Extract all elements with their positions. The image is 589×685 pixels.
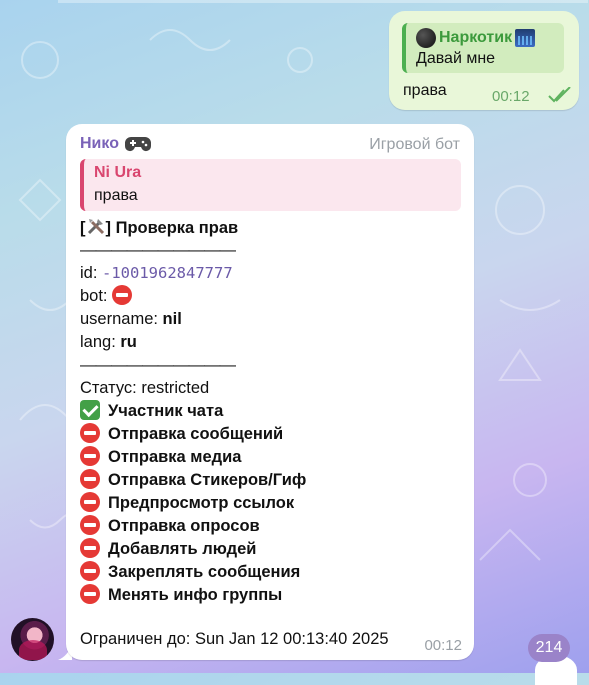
permission-row: Предпросмотр ссылок — [80, 492, 460, 515]
sender-name-link[interactable]: Нико — [80, 135, 151, 153]
lang-row: lang: ru — [80, 331, 460, 354]
night-city-emoji-icon — [515, 29, 536, 47]
permissions-list: Участник чата Отправка сообщений Отправка … — [80, 400, 460, 607]
permission-row: Добавлять людей — [80, 538, 460, 561]
check-title: Проверка прав — [115, 219, 239, 237]
reply-author-name: Наркотик — [439, 29, 513, 46]
reply-quote[interactable]: Ni Ura права — [80, 159, 461, 211]
permission-label: Закреплять сообщения — [108, 563, 301, 581]
reply-quote[interactable]: Наркотик Давай мне — [402, 23, 564, 73]
lang-label: lang: — [80, 333, 121, 351]
username-row: username: nil — [80, 308, 460, 331]
outgoing-message[interactable]: Наркотик Давай мне права 00:12 — [389, 11, 579, 110]
no-entry-icon — [112, 285, 133, 305]
message-time: 00:12 — [492, 88, 530, 105]
lang-value: ru — [120, 333, 137, 351]
bot-label: bot: — [80, 287, 113, 305]
no-entry-icon — [80, 561, 100, 581]
no-entry-icon — [80, 492, 100, 512]
permission-row: Участник чата — [80, 400, 460, 423]
id-label: id: — [80, 264, 103, 282]
permission-row: Отправка Стикеров/Гиф — [80, 469, 460, 492]
permission-label: Отправка Стикеров/Гиф — [108, 471, 307, 489]
bot-row: bot: — [80, 285, 460, 308]
sender-role-badge: Игровой бот — [369, 136, 460, 153]
new-moon-emoji-icon — [416, 28, 436, 48]
no-entry-icon — [80, 469, 100, 489]
status-label: Статус: — [80, 379, 142, 397]
permission-row: Отправка сообщений — [80, 423, 460, 446]
permission-row: Отправка медиа — [80, 446, 460, 469]
status-value: restricted — [141, 379, 210, 397]
reply-quote-text: права — [94, 187, 138, 204]
no-entry-icon — [80, 538, 100, 558]
previous-message-edge — [58, 0, 588, 3]
reply-quote-text: Давай мне — [416, 50, 496, 67]
reply-author-name: Ni Ura — [94, 164, 142, 181]
permission-row: Менять инфо группы — [80, 584, 460, 607]
tools-emoji-icon — [87, 219, 104, 235]
sender-name: Нико — [80, 135, 119, 152]
check-header: [ ] Проверка прав — [80, 216, 460, 239]
permission-row: Закреплять сообщения — [80, 561, 460, 584]
permission-label: Менять инфо группы — [108, 586, 283, 604]
permission-label: Участник чата — [108, 402, 224, 420]
message-time: 00:12 — [424, 637, 462, 654]
username-label: username: — [80, 310, 163, 328]
no-entry-icon — [80, 515, 100, 535]
divider-line: —————————— — [80, 241, 236, 259]
permission-row: Отправка опросов — [80, 515, 460, 538]
no-entry-icon — [80, 584, 100, 604]
id-value[interactable]: -1001962847777 — [102, 264, 233, 282]
divider-line: —————————— — [80, 356, 236, 374]
permission-label: Отправка опросов — [108, 517, 260, 535]
bot-avatar[interactable] — [11, 618, 54, 661]
restricted-until: Ограничен до: Sun Jan 12 00:13:40 2025 — [80, 630, 389, 648]
double-check-icon — [548, 87, 571, 103]
no-entry-icon — [80, 446, 100, 466]
status-row: Статус: restricted — [80, 377, 460, 400]
permission-label: Отправка сообщений — [108, 425, 284, 443]
message-body: [ ] Проверка прав —————————— id: -100196… — [80, 216, 460, 607]
id-row: id: -1001962847777 — [80, 262, 460, 285]
gamepad-emoji-icon — [124, 137, 151, 151]
permission-label: Отправка медиа — [108, 448, 242, 466]
permission-label: Добавлять людей — [108, 540, 257, 558]
unread-count-badge[interactable]: 214 — [528, 634, 570, 662]
no-entry-icon — [80, 423, 100, 443]
incoming-message[interactable]: Нико Игровой бот Ni Ura права [ ] Провер… — [66, 124, 474, 660]
permission-label: Предпросмотр ссылок — [108, 494, 295, 512]
check-mark-icon — [80, 400, 100, 420]
username-value: nil — [162, 310, 182, 328]
message-text: права — [403, 82, 447, 99]
